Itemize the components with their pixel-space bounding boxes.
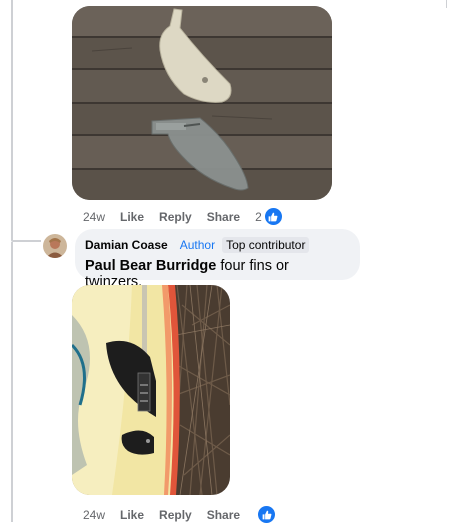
thread-line xyxy=(11,0,13,240)
page-border xyxy=(446,0,447,8)
like-button[interactable]: Like xyxy=(120,508,144,522)
comment-photo-fins[interactable] xyxy=(72,6,332,200)
reply-header: Damian Coase Author Top contributor xyxy=(85,237,350,253)
reaction-count[interactable]: 2 xyxy=(255,207,283,226)
share-button[interactable]: Share xyxy=(207,508,240,522)
reply-bubble: Damian Coase Author Top contributor Paul… xyxy=(75,229,360,290)
comment-actions: 24w Like Reply Share 2 xyxy=(83,207,283,226)
top-contributor-badge: Top contributor xyxy=(222,237,310,253)
like-thumb-icon[interactable] xyxy=(257,505,277,524)
reaction-count-number: 2 xyxy=(255,209,262,224)
timestamp[interactable]: 24w xyxy=(83,210,105,224)
reply-button[interactable]: Reply xyxy=(159,508,192,522)
like-button[interactable]: Like xyxy=(120,210,144,224)
avatar[interactable] xyxy=(43,234,67,258)
like-thumb-icon xyxy=(263,207,283,226)
thread-line-lower xyxy=(11,242,13,522)
reply-photo-surfboard[interactable] xyxy=(72,285,230,495)
share-button[interactable]: Share xyxy=(207,210,240,224)
thread-line-curve xyxy=(11,240,41,242)
reply-actions: 24w Like Reply Share xyxy=(83,505,277,524)
author-tag: Author xyxy=(179,238,216,252)
timestamp[interactable]: 24w xyxy=(83,508,105,522)
reply-button[interactable]: Reply xyxy=(159,210,192,224)
author-name[interactable]: Damian Coase xyxy=(85,238,168,252)
mention-link[interactable]: Paul Bear Burridge xyxy=(85,258,216,274)
